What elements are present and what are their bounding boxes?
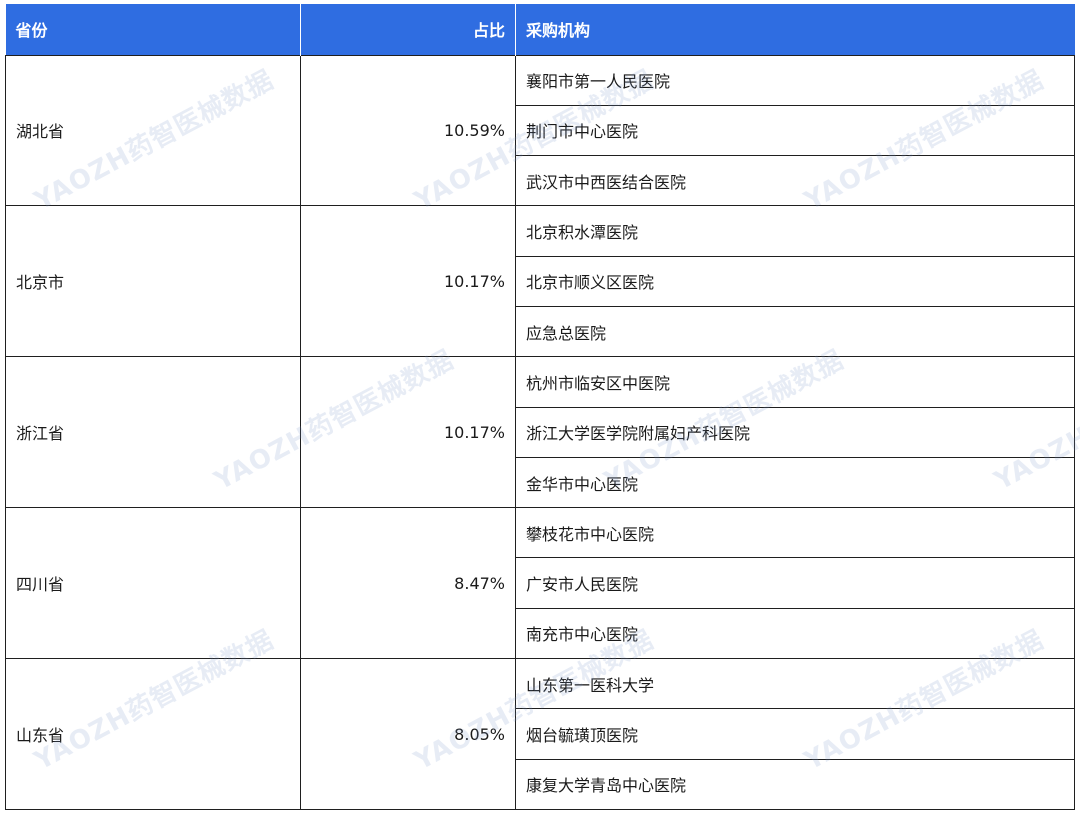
institution-cell: 北京积水潭医院 bbox=[515, 205, 1075, 257]
institution-cell: 襄阳市第一人民医院 bbox=[515, 54, 1075, 106]
institution-cell: 武汉市中西医结合医院 bbox=[515, 155, 1075, 207]
header-province: 省份 bbox=[5, 4, 301, 55]
province-cell: 湖北省 bbox=[5, 54, 301, 207]
table-header: 省份 占比 采购机构 bbox=[5, 4, 1075, 55]
province-cell: 山东省 bbox=[5, 658, 301, 810]
province-cell: 北京市 bbox=[5, 205, 301, 358]
table-row: 山东省 8.05% 山东第一医科大学 bbox=[5, 658, 1075, 810]
institution-cell: 浙江大学医学院附属妇产科医院 bbox=[515, 406, 1075, 458]
ratio-cell: 8.05% bbox=[300, 658, 516, 810]
table-row: 湖北省 10.59% 襄阳市第一人民医院 bbox=[5, 54, 1075, 207]
institution-cell: 攀枝花市中心医院 bbox=[515, 507, 1075, 559]
province-cell: 四川省 bbox=[5, 507, 301, 660]
institution-cell: 康复大学青岛中心医院 bbox=[515, 758, 1075, 810]
procurement-table: 省份 占比 采购机构 湖北省 10.59% 襄阳市第一人民医院 荆门市中心医院 武汉市中… bbox=[5, 4, 1075, 810]
ratio-cell: 10.17% bbox=[300, 356, 516, 509]
table-row: 北京市 10.17% 北京积水潭医院 bbox=[5, 205, 1075, 358]
institution-cell: 烟台毓璜顶医院 bbox=[515, 708, 1075, 760]
header-ratio: 占比 bbox=[300, 4, 516, 55]
table-row: 四川省 8.47% 攀枝花市中心医院 bbox=[5, 507, 1075, 660]
institution-cell: 应急总医院 bbox=[515, 305, 1075, 358]
table-row: 浙江省 10.17% 杭州市临安区中医院 bbox=[5, 356, 1075, 509]
institution-cell: 南充市中心医院 bbox=[515, 607, 1075, 660]
institution-cell: 金华市中心医院 bbox=[515, 456, 1075, 509]
table-body: 湖北省 10.59% 襄阳市第一人民医院 荆门市中心医院 武汉市中西医结合医院 北京市 10… bbox=[5, 54, 1075, 810]
ratio-cell: 8.47% bbox=[300, 507, 516, 660]
ratio-cell: 10.59% bbox=[300, 54, 516, 207]
ratio-cell: 10.17% bbox=[300, 205, 516, 358]
institution-cell: 广安市人民医院 bbox=[515, 557, 1075, 609]
institution-cell: 北京市顺义区医院 bbox=[515, 255, 1075, 307]
header-institution: 采购机构 bbox=[515, 4, 1075, 55]
institution-cell: 荆门市中心医院 bbox=[515, 104, 1075, 157]
institution-cell: 杭州市临安区中医院 bbox=[515, 356, 1075, 408]
institution-cell: 山东第一医科大学 bbox=[515, 658, 1075, 710]
province-cell: 浙江省 bbox=[5, 356, 301, 509]
